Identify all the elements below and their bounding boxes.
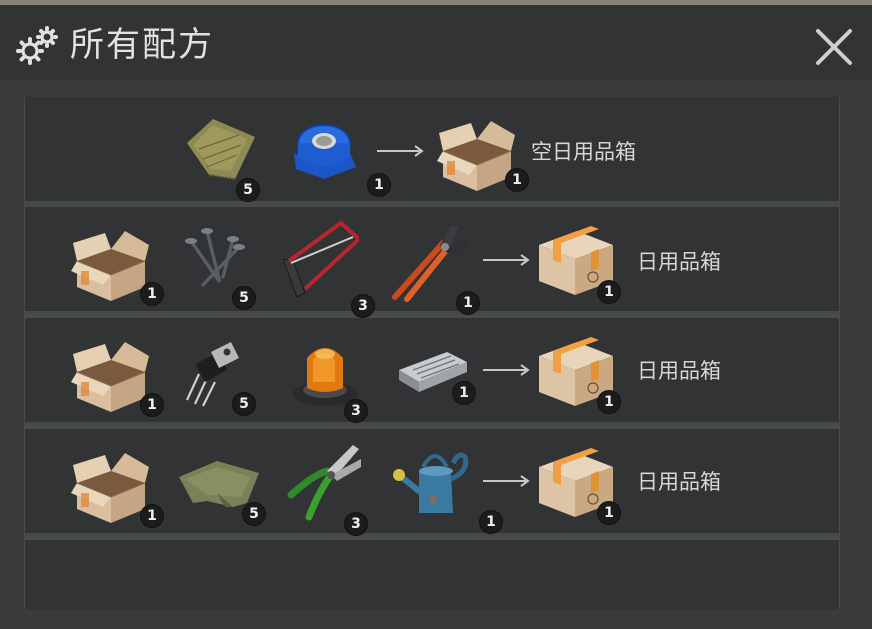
arrow-right-icon [483,364,530,376]
open-box-item[interactable]: 1 [69,443,163,527]
hacksaw-item[interactable]: 3 [275,219,374,317]
arrow-right-icon [377,145,424,157]
empty-supply-box-item[interactable]: 1 [435,111,528,195]
ingredient-count-badge: 1 [480,511,502,533]
pruning-shears-item[interactable]: 3 [283,439,367,535]
ingredient-count-badge: 1 [141,505,163,527]
duct-tape-item[interactable]: 1 [290,113,390,197]
supply-box-item[interactable]: 1 [533,441,620,525]
arrow-right-icon [483,475,530,487]
result-name: 日用品箱 [637,250,721,274]
supply-box-item[interactable]: 1 [533,330,620,414]
ingredient-count-badge: 1 [457,292,479,314]
recipe-row[interactable]: 5 1 1 空日用品箱 [25,97,839,205]
ingredient-count-badge: 3 [352,295,374,317]
result-count-badge: 1 [598,391,620,413]
ingredient-count-badge: 5 [237,179,259,201]
open-box-item[interactable]: 1 [69,221,163,305]
empty-recipe-row [25,540,839,610]
pruning-shears-icon [287,445,361,521]
result-count-badge: 1 [598,502,620,524]
beacon-light-item[interactable]: 3 [285,332,369,422]
result-count-badge: 1 [598,281,620,303]
pincers-item[interactable]: 1 [385,219,479,314]
recipe-row[interactable]: 1 5 3 1 1 日用品箱 [25,207,839,317]
burlap-cloth-item[interactable]: 5 [179,109,263,201]
hacksaw-icon [282,220,359,298]
close-icon[interactable] [812,25,856,69]
ingredient-count-badge: 1 [141,283,163,305]
watering-can-item[interactable]: 1 [389,441,502,533]
ingredient-count-badge: 5 [233,393,255,415]
gears-icon [16,26,58,65]
supply-box-item[interactable]: 1 [533,219,620,303]
green-cloth-item[interactable]: 5 [177,443,265,527]
recipe-row[interactable]: 1 5 3 1 1 日用品箱 [25,429,839,537]
nails-item[interactable]: 5 [177,219,261,309]
window-header: 所有配方 [0,5,872,80]
ingredient-count-badge: 1 [141,394,163,416]
transistor-item[interactable]: 5 [179,330,263,415]
arrow-right-icon [483,254,530,266]
result-name: 空日用品箱 [531,140,636,164]
ingredient-count-badge: 1 [368,174,390,196]
ingredient-count-badge: 1 [453,382,475,404]
result-name: 日用品箱 [637,359,721,383]
recipe-row[interactable]: 1 5 3 1 1 日用品箱 [25,318,839,426]
blue-duct-tape-icon [294,124,356,179]
pincers-icon [392,225,467,302]
ingredient-count-badge: 3 [345,513,367,535]
watering-can-icon [393,452,469,513]
ingredient-count-badge: 3 [345,400,367,422]
window-title: 所有配方 [70,25,214,65]
ingredient-count-badge: 5 [243,503,265,525]
result-count-badge: 1 [506,169,528,191]
open-box-item[interactable]: 1 [69,332,163,416]
ingredient-count-badge: 5 [233,287,255,309]
result-name: 日用品箱 [637,470,721,494]
electronic-module-item[interactable]: 1 [391,330,475,414]
